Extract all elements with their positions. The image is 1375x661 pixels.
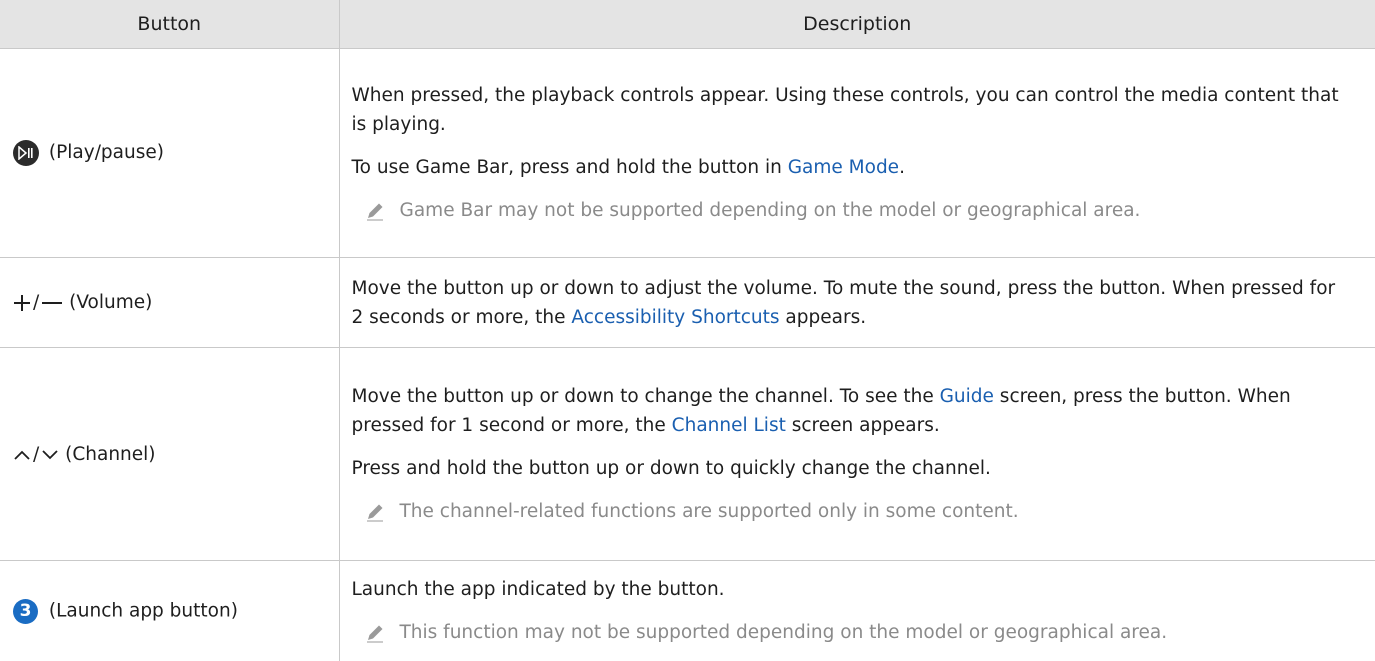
note-text: Game Bar may not be supported depending …	[399, 200, 1141, 221]
description-text: When pressed, the playback controls appe…	[351, 85, 1339, 135]
description-text: Launch the app indicated by the button.	[351, 579, 725, 600]
header-description: Description	[338, 0, 1375, 49]
header-button: Button	[0, 0, 339, 49]
button-label: (Channel)	[65, 443, 156, 465]
description-cell: Move the button up or down to change the…	[338, 347, 1375, 561]
remote-buttons-table: Button Description (Play/pause) When pre…	[0, 0, 1375, 661]
button-cell-volume: / (Volume)	[0, 257, 339, 348]
description-cell: When pressed, the playback controls appe…	[338, 48, 1375, 258]
button-label: (Play/pause)	[48, 142, 164, 163]
description-cell: Move the button up or down to adjust the…	[338, 257, 1375, 348]
description-cell: Launch the app indicated by the button. …	[338, 560, 1375, 661]
play-pause-icon	[13, 140, 39, 166]
button-label: (Launch app button)	[48, 600, 238, 621]
pencil-note-icon	[364, 501, 386, 523]
chevron-down-icon	[41, 449, 59, 461]
note-text: The channel-related functions are suppor…	[399, 501, 1019, 522]
guide-link[interactable]: Guide	[940, 386, 994, 407]
button-cell-launch-app: 3 (Launch app button)	[0, 561, 339, 661]
description-text: Press and hold the button up or down to …	[351, 458, 991, 479]
game-mode-link[interactable]: Game Mode	[788, 157, 899, 178]
button-cell-play-pause: (Play/pause)	[0, 48, 339, 258]
channel-list-link[interactable]: Channel List	[672, 415, 786, 436]
plus-icon	[13, 294, 31, 312]
note: Game Bar may not be supported depending …	[352, 196, 1346, 225]
note-text: This function may not be supported depen…	[399, 622, 1168, 643]
pencil-note-icon	[364, 200, 386, 222]
pencil-note-icon	[364, 622, 386, 644]
table-row: / (Volume) Move the button up or down to…	[0, 257, 1375, 348]
chevron-up-icon	[13, 449, 31, 461]
description-text: Move the button up or down to adjust the…	[351, 277, 1336, 328]
description-text: To use Game Bar, press and hold the butt…	[351, 157, 905, 178]
table-row: / (Channel) Move the button up or down t…	[0, 347, 1375, 561]
button-cell-channel: / (Channel)	[0, 347, 339, 561]
note: The channel-related functions are suppor…	[352, 497, 1346, 526]
minus-icon	[41, 294, 63, 312]
note: This function may not be supported depen…	[352, 618, 1346, 647]
button-label: (Volume)	[69, 292, 153, 313]
number-3-icon: 3	[13, 598, 38, 624]
description-text: Move the button up or down to change the…	[351, 386, 1291, 436]
table-header-row: Button Description	[0, 0, 1375, 49]
table-row: 3 (Launch app button) Launch the app ind…	[0, 560, 1375, 661]
table-row: (Play/pause) When pressed, the playback …	[0, 48, 1375, 258]
accessibility-shortcuts-link[interactable]: Accessibility Shortcuts	[571, 307, 779, 328]
